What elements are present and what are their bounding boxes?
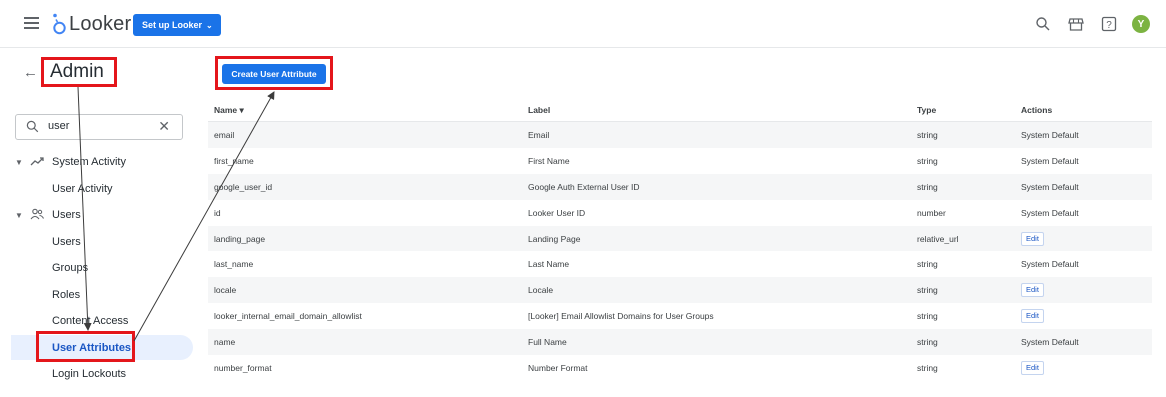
- cell-label: First Name: [528, 155, 570, 166]
- nav-item-users[interactable]: Users: [52, 236, 81, 248]
- cell-name: number_format: [214, 363, 272, 374]
- cell-type: relative_url: [917, 233, 959, 244]
- table-row: id Looker User ID number System Default: [208, 200, 1152, 226]
- nav-item-user-activity[interactable]: User Activity: [52, 183, 113, 195]
- cell-type: string: [917, 155, 938, 166]
- column-header-label: Label: [528, 105, 551, 115]
- cell-type: string: [917, 337, 938, 348]
- cell-type: string: [917, 285, 938, 296]
- looker-logo[interactable]: Looker: [52, 11, 131, 37]
- cell-label: [Looker] Email Allowlist Domains for Use…: [528, 311, 714, 322]
- trend-icon: [30, 155, 44, 170]
- cell-name: landing_page: [214, 233, 266, 244]
- looker-logo-icon: [53, 13, 66, 35]
- cell-type: string: [917, 311, 938, 322]
- sort-desc-icon: ▾: [239, 105, 244, 115]
- cell-name: id: [214, 207, 221, 218]
- cell-action: System Default: [1021, 155, 1079, 166]
- cell-name: locale: [214, 285, 237, 296]
- caret-down-icon: ▼: [15, 157, 23, 167]
- cell-label: Last Name: [528, 259, 570, 270]
- table-row: first_name First Name string System Default: [208, 148, 1152, 174]
- cell-type: string: [917, 181, 938, 192]
- caret-down-icon: ▼: [15, 210, 23, 220]
- nav-item-roles[interactable]: Roles: [52, 289, 80, 301]
- search-icon: [26, 120, 39, 138]
- column-header-actions: Actions: [1021, 105, 1053, 115]
- setup-looker-label: Set up Looker: [142, 20, 203, 30]
- table-row: locale Locale string Edit: [208, 277, 1152, 304]
- cell-name: google_user_id: [214, 181, 273, 192]
- clear-search-icon[interactable]: ✕: [158, 118, 170, 135]
- cell-label: Landing Page: [528, 233, 581, 244]
- table-row: last_name Last Name string System Default: [208, 251, 1152, 277]
- column-header-name[interactable]: Name ▾: [214, 105, 244, 116]
- table-header: Name ▾ Label Type Actions: [208, 97, 1152, 122]
- cell-label: Looker User ID: [528, 207, 586, 218]
- cell-type: string: [917, 130, 938, 140]
- column-header-label: Name: [214, 105, 238, 115]
- create-user-attribute-button[interactable]: Create User Attribute: [222, 64, 326, 84]
- admin-search-input[interactable]: [48, 120, 158, 132]
- top-bar: Looker Set up Looker ⌄ ? Y: [0, 0, 1166, 48]
- table-row: number_format Number Format string Edit: [208, 355, 1152, 381]
- page-title: Admin: [50, 61, 104, 82]
- cell-name: email: [214, 130, 235, 140]
- cell-label: Full Name: [528, 337, 567, 348]
- nav-group-label: Users: [52, 209, 81, 221]
- nav-group-label: System Activity: [52, 156, 126, 168]
- nav-item-user-attributes[interactable]: User Attributes: [52, 342, 131, 354]
- nav-item-content-access[interactable]: Content Access: [52, 315, 128, 327]
- nav-group-users[interactable]: ▼ Users: [0, 205, 200, 225]
- cell-action: System Default: [1021, 337, 1079, 348]
- cell-name: name: [214, 337, 236, 348]
- cell-type: string: [917, 259, 938, 270]
- menu-icon[interactable]: [24, 17, 39, 29]
- table-body: email Email string System Default first_name…: [208, 122, 1152, 381]
- user-attributes-table: Name ▾ Label Type Actions email Email stri…: [208, 97, 1152, 381]
- edit-button[interactable]: Edit: [1021, 361, 1044, 376]
- logo-text: Looker: [69, 12, 132, 35]
- edit-button[interactable]: Edit: [1021, 309, 1044, 324]
- nav-group-system-activity[interactable]: ▼ System Activity: [0, 152, 200, 172]
- back-arrow-icon[interactable]: ←: [23, 64, 38, 81]
- nav-item-groups[interactable]: Groups: [52, 262, 88, 274]
- cell-name: last_name: [214, 259, 254, 270]
- cell-label: Email: [528, 130, 550, 140]
- cell-action: System Default: [1021, 130, 1079, 140]
- svg-text:?: ?: [1106, 20, 1112, 31]
- table-row: name Full Name string System Default: [208, 329, 1152, 356]
- people-icon: [30, 208, 44, 223]
- column-header-type: Type: [917, 105, 937, 115]
- cell-label: Number Format: [528, 363, 588, 374]
- search-icon[interactable]: [1033, 14, 1053, 34]
- cell-type: number: [917, 207, 946, 218]
- cell-name: first_name: [214, 155, 254, 166]
- table-row: google_user_id Google Auth External User …: [208, 173, 1152, 200]
- avatar[interactable]: Y: [1132, 15, 1150, 33]
- admin-search-field[interactable]: ✕: [15, 114, 183, 140]
- edit-button[interactable]: Edit: [1021, 231, 1044, 246]
- chevron-down-icon: ⌄: [206, 20, 213, 30]
- cell-name: looker_internal_email_domain_allowlist: [214, 311, 362, 322]
- cell-action: System Default: [1021, 181, 1079, 192]
- edit-button[interactable]: Edit: [1021, 283, 1044, 298]
- cell-label: Locale: [528, 285, 554, 296]
- cell-label: Google Auth External User ID: [528, 181, 640, 192]
- nav-item-login-lockouts[interactable]: Login Lockouts: [52, 368, 126, 380]
- marketplace-icon[interactable]: [1066, 14, 1086, 34]
- table-row: email Email string System Default: [208, 122, 1152, 148]
- table-row: looker_internal_email_domain_allowlist [L…: [208, 303, 1152, 329]
- cell-type: string: [917, 363, 938, 374]
- cell-action: System Default: [1021, 207, 1079, 218]
- setup-looker-button[interactable]: Set up Looker ⌄: [133, 14, 221, 36]
- cell-action: System Default: [1021, 259, 1079, 270]
- help-icon[interactable]: ?: [1099, 14, 1119, 34]
- table-row: landing_page Landing Page relative_url Edit: [208, 225, 1152, 252]
